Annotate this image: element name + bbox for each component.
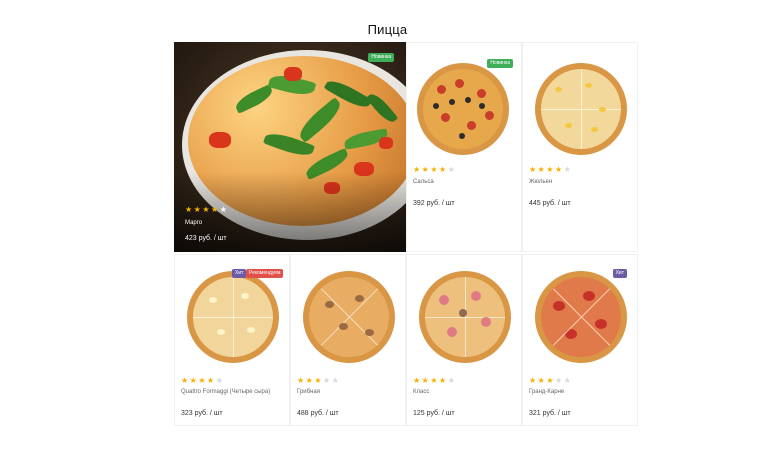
product-card-quattro[interactable]: Хит Рекомендуем ★★★★★ Quattro Formaggi (… (174, 254, 290, 426)
product-name[interactable]: Гранд-Карне (529, 389, 564, 395)
pizza-image-classic (419, 271, 511, 363)
star-icon: ★ (211, 205, 220, 214)
pizza-image-grand-carne (535, 271, 627, 363)
product-price: 445 руб. / шт (529, 200, 571, 207)
rating-stars: ★★★★★ (185, 206, 228, 214)
badge-new: Новинка (368, 53, 394, 62)
pizza-image-quattro (187, 271, 279, 363)
badge-hit: Хит (232, 269, 247, 278)
star-icon: ★ (185, 205, 194, 214)
product-price: 488 руб. / шт (297, 410, 339, 417)
product-card-grand-carne[interactable]: Хит ★★★★★ Гранд-Карне 321 руб. / шт (522, 254, 638, 426)
badge-new: Новинка (487, 59, 513, 68)
product-card-mushroom[interactable]: ★★★★★ Грибная 488 руб. / шт (290, 254, 406, 426)
pizza-image-salsa (417, 63, 509, 155)
rating-stars: ★★★★★ (529, 165, 573, 174)
product-price: 323 руб. / шт (181, 410, 223, 417)
product-card-julienne[interactable]: ★★★★★ Жюльен 445 руб. / шт (522, 42, 638, 252)
rating-stars: ★★★★★ (181, 376, 225, 385)
page-title: Пицца (367, 22, 408, 37)
pizza-image-julienne (535, 63, 627, 155)
product-price: 321 руб. / шт (529, 410, 571, 417)
product-name[interactable]: Сальса (413, 179, 434, 185)
rating-stars: ★★★★★ (529, 376, 573, 385)
product-card-margo[interactable]: Новинка ★★★★★ Марго 423 руб. / шт (174, 42, 406, 252)
rating-stars: ★★★★★ (413, 376, 457, 385)
product-grid: Новинка ★★★★★ Марго 423 руб. / шт Новинк… (174, 42, 638, 426)
product-name[interactable]: Quattro Formaggi (Четыре сыра) (181, 389, 270, 395)
product-card-classic[interactable]: ★★★★★ Класс 125 руб. / шт (406, 254, 522, 426)
product-price: 125 руб. / шт (413, 410, 455, 417)
product-price: 423 руб. / шт (185, 235, 227, 242)
star-icon: ★ (219, 205, 229, 214)
product-name[interactable]: Грибная (297, 389, 320, 395)
product-card-salsa[interactable]: Новинка ★★★★★ Сальса 392 руб. / шт (406, 42, 522, 252)
badge-hit: Хит (612, 269, 627, 278)
product-name[interactable]: Марго (185, 220, 202, 226)
rating-stars: ★★★★★ (413, 165, 457, 174)
product-price: 392 руб. / шт (413, 200, 455, 207)
star-icon: ★ (202, 205, 212, 214)
pizza-image-mushroom (303, 271, 395, 363)
product-name[interactable]: Жюльен (529, 179, 552, 185)
badge-recommend: Рекомендуем (246, 269, 284, 278)
rating-stars: ★★★★★ (297, 376, 341, 385)
product-name[interactable]: Класс (413, 389, 429, 395)
